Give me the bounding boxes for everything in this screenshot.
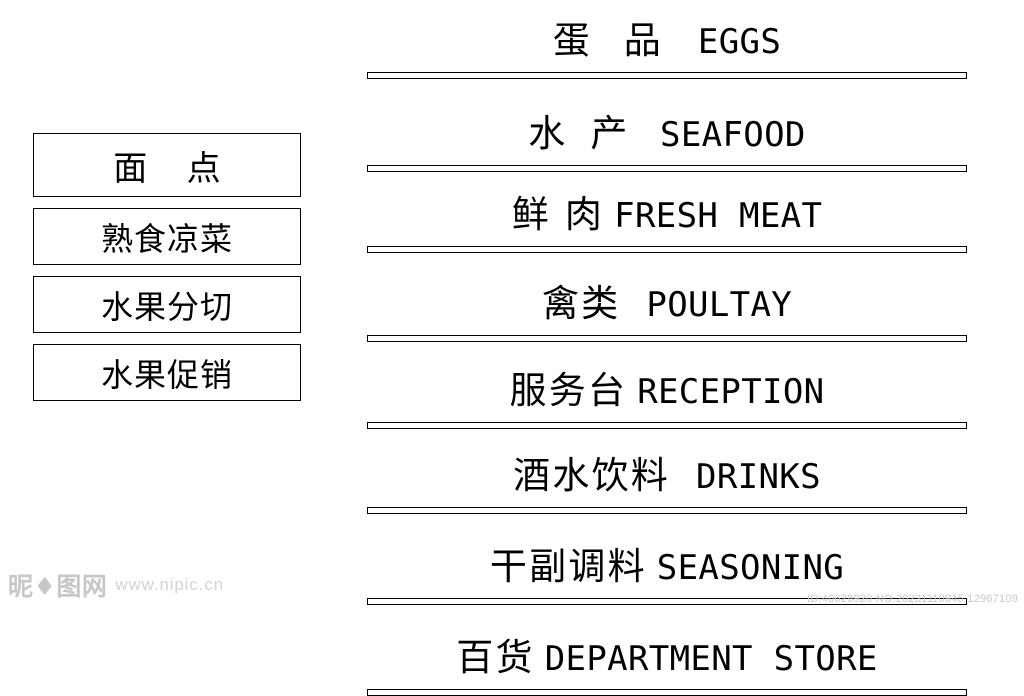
sign-bar-poultry[interactable]: 禽类 POULTAY (367, 273, 967, 342)
sign-label-en: EGGS (697, 22, 782, 62)
site-watermark: 昵♦图网 www.nipic.cn (8, 567, 224, 603)
watermark-logo: 昵♦图网 (8, 572, 108, 601)
right-sign-group: 蛋 品 EGGS 水 产 SEAFOOD 鲜 肉 FRESH MEAT 禽类 P… (367, 0, 967, 696)
sign-label: 面 点 (113, 148, 235, 189)
sign-card-mianDian[interactable]: 面 点 (33, 133, 301, 197)
sign-bar-rule (367, 72, 967, 79)
watermark-image-id: ID:40628920 NO.20231110945 12967109 (807, 593, 1018, 605)
sign-bar-fresh-meat[interactable]: 鲜 肉 FRESH MEAT (367, 184, 967, 253)
sign-bar-rule (367, 165, 967, 172)
sign-label-cn: 水 产 (528, 112, 635, 155)
sign-bar-text: 鲜 肉 FRESH MEAT (367, 184, 967, 238)
sign-label-cn: 百货 (456, 636, 535, 679)
sign-label-en: DRINKS (696, 457, 821, 497)
sign-bar-rule (367, 422, 967, 429)
sign-label: 水果分切 (101, 287, 233, 326)
sign-card-shuiGuoCuXiao[interactable]: 水果促销 (33, 344, 301, 401)
sign-label-cn: 干副调料 (489, 545, 647, 588)
sign-label: 水果促销 (101, 355, 233, 394)
sign-label: 熟食凉菜 (101, 219, 233, 258)
sign-bar-text: 百货 DEPARTMENT STORE (367, 627, 967, 681)
left-sign-group: 面 点 熟食凉菜 水果分切 水果促销 (33, 133, 301, 401)
sign-bar-department-store[interactable]: 百货 DEPARTMENT STORE (367, 627, 967, 696)
sign-bar-text: 酒水饮料 DRINKS (367, 445, 967, 499)
sign-bar-text: 服务台 RECEPTION (367, 360, 967, 414)
sign-label-cn: 服务台 (509, 369, 628, 412)
sign-label-en: FRESH MEAT (614, 196, 823, 236)
sign-label-cn: 鲜 肉 (511, 193, 605, 236)
sign-bar-rule (367, 246, 967, 253)
sign-label-en: SEASONING (656, 548, 845, 588)
sign-bar-reception[interactable]: 服务台 RECEPTION (367, 360, 967, 429)
sign-card-shuShiLiangCai[interactable]: 熟食凉菜 (33, 208, 301, 265)
sign-label-cn: 蛋 品 (552, 19, 672, 62)
sign-label-en: SEAFOOD (660, 115, 806, 155)
sign-bar-rule (367, 689, 967, 696)
sign-bar-text: 蛋 品 EGGS (367, 10, 967, 64)
sign-bar-eggs[interactable]: 蛋 品 EGGS (367, 10, 967, 79)
sign-bar-seafood[interactable]: 水 产 SEAFOOD (367, 103, 967, 172)
sign-label-cn: 禽类 (541, 282, 621, 325)
sign-card-shuiGuoFenQie[interactable]: 水果分切 (33, 276, 301, 333)
sign-label-en: POULTAY (646, 285, 793, 325)
sign-label-en: DEPARTMENT STORE (544, 639, 878, 679)
sign-bar-rule (367, 507, 967, 514)
sign-bar-drinks[interactable]: 酒水饮料 DRINKS (367, 445, 967, 514)
sign-bar-text: 水 产 SEAFOOD (367, 103, 967, 157)
sign-label-en: RECEPTION (637, 372, 825, 412)
sign-bar-rule (367, 335, 967, 342)
sign-bar-text: 干副调料 SEASONING (367, 536, 967, 590)
sign-bar-text: 禽类 POULTAY (367, 273, 967, 327)
sign-label-cn: 酒水饮料 (513, 454, 671, 497)
watermark-url: www.nipic.cn (115, 575, 224, 594)
